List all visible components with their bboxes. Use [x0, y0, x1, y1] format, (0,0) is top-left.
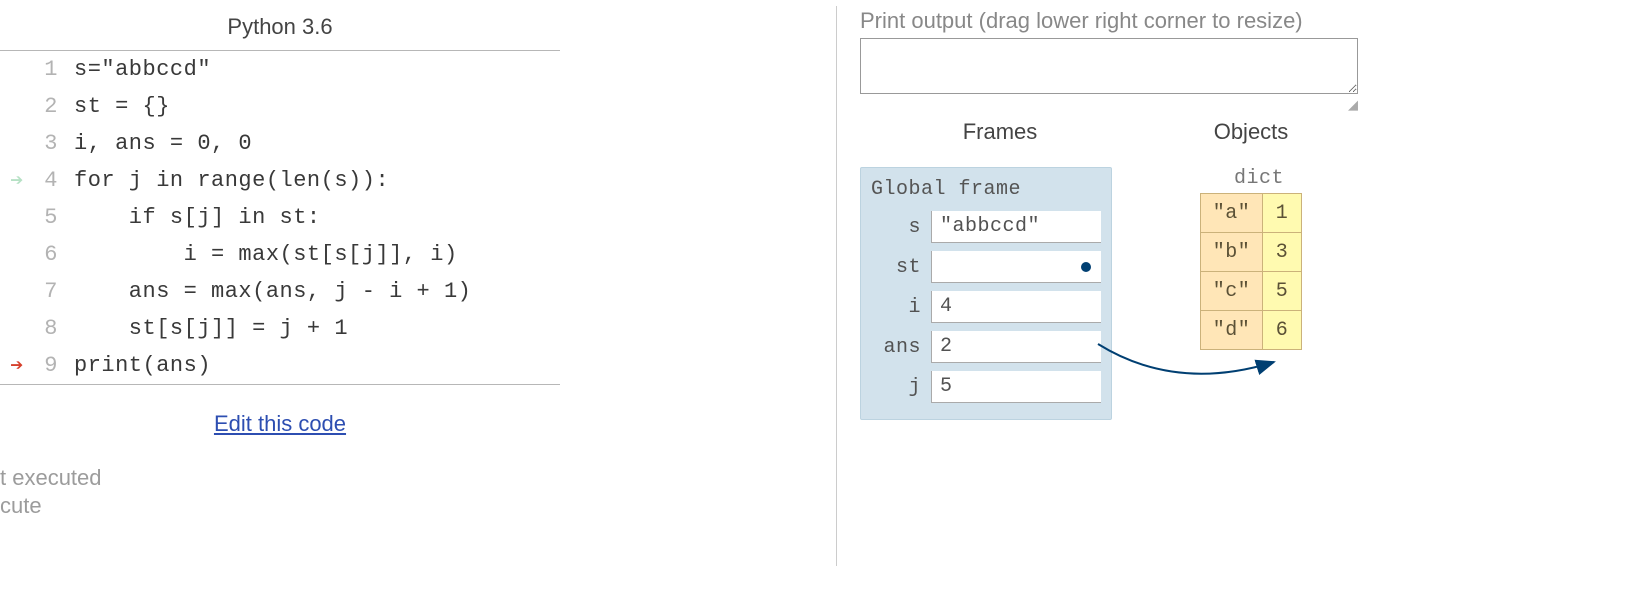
code-line: 7 ans = max(ans, j - i + 1): [0, 273, 560, 310]
line-number: 2: [34, 94, 64, 119]
dict-entry-row: "c"5: [1200, 271, 1302, 311]
dict-key: "b": [1201, 233, 1263, 271]
objects-column: Objects dict "a"1"b"3"c"5"d"6: [1200, 119, 1302, 420]
code-text: i, ans = 0, 0: [64, 131, 252, 156]
global-frame-label: Global frame: [871, 178, 1101, 207]
code-text: st[s[j]] = j + 1: [64, 316, 348, 341]
dict-entry-row: "a"1: [1200, 193, 1302, 233]
code-text: for j in range(len(s)):: [64, 168, 389, 193]
frame-variable-name: s: [871, 216, 931, 239]
code-text: st = {}: [64, 94, 170, 119]
status-text-2: cute: [0, 493, 560, 519]
line-number: 4: [34, 168, 64, 193]
frame-variable-row: st: [871, 247, 1101, 287]
frame-variable-row: j5: [871, 367, 1101, 407]
prev-line-arrow-icon: ➔: [0, 168, 34, 194]
dict-key: "c": [1201, 272, 1263, 310]
frame-variable-value: 5: [931, 371, 1101, 403]
frame-variable-row: ans2: [871, 327, 1101, 367]
pointer-origin-icon: [1081, 262, 1091, 272]
code-line: ➔9print(ans): [0, 347, 560, 384]
dict-key: "d": [1201, 311, 1263, 349]
code-line: 3i, ans = 0, 0: [0, 125, 560, 162]
global-frame: Global frame s"abbccd"sti4ans2j5: [860, 167, 1112, 420]
frame-variable-row: i4: [871, 287, 1101, 327]
line-number: 3: [34, 131, 64, 156]
frame-variable-value: [931, 251, 1101, 283]
dict-key: "a": [1201, 194, 1263, 232]
code-text: if s[j] in st:: [64, 205, 321, 230]
code-line: 8 st[s[j]] = j + 1: [0, 310, 560, 347]
line-number: 1: [34, 57, 64, 82]
line-number: 5: [34, 205, 64, 230]
frame-variable-name: ans: [871, 336, 931, 359]
next-line-arrow-icon: ➔: [0, 353, 34, 379]
frame-variable-value: 2: [931, 331, 1101, 363]
code-line: 5 if s[j] in st:: [0, 199, 560, 236]
print-output-box[interactable]: [860, 38, 1358, 94]
line-number: 6: [34, 242, 64, 267]
code-text: s="abbccd": [64, 57, 211, 82]
code-line: 2st = {}: [0, 88, 560, 125]
frame-variable-name: i: [871, 296, 931, 319]
panel-divider: [836, 6, 837, 566]
code-title: Python 3.6: [0, 0, 560, 46]
dict-value: 6: [1263, 311, 1301, 349]
print-output-label: Print output (drag lower right corner to…: [860, 0, 1620, 38]
frame-variable-row: s"abbccd": [871, 207, 1101, 247]
code-text: ans = max(ans, j - i + 1): [64, 279, 471, 304]
edit-code-link[interactable]: Edit this code: [0, 411, 560, 437]
code-line: ➔4for j in range(len(s)):: [0, 162, 560, 199]
frames-column: Frames Global frame s"abbccd"sti4ans2j5: [860, 119, 1140, 420]
frame-variable-value: 4: [931, 291, 1101, 323]
frame-variable-name: st: [871, 256, 931, 279]
code-text: i = max(st[s[j]], i): [64, 242, 458, 267]
line-number: 9: [34, 353, 64, 378]
dict-value: 3: [1263, 233, 1301, 271]
status-text-1: t executed: [0, 465, 560, 491]
dict-value: 1: [1263, 194, 1301, 232]
frame-variable-name: j: [871, 376, 931, 399]
code-text: print(ans): [64, 353, 211, 378]
viz-panel: Print output (drag lower right corner to…: [860, 0, 1620, 420]
dict-entry-row: "b"3: [1200, 232, 1302, 272]
code-listing: 1s="abbccd"2st = {}3i, ans = 0, 0➔4for j…: [0, 50, 560, 385]
dict-entry-row: "d"6: [1200, 310, 1302, 350]
line-number: 8: [34, 316, 64, 341]
line-number: 7: [34, 279, 64, 304]
objects-header: Objects: [1200, 119, 1302, 145]
code-line: 6 i = max(st[s[j]], i): [0, 236, 560, 273]
dict-object: "a"1"b"3"c"5"d"6: [1200, 193, 1302, 350]
code-panel: Python 3.6 1s="abbccd"2st = {}3i, ans = …: [0, 0, 560, 519]
frame-variable-value: "abbccd": [931, 211, 1101, 243]
object-type-label: dict: [1200, 167, 1302, 190]
code-line: 1s="abbccd": [0, 51, 560, 88]
frames-header: Frames: [860, 119, 1140, 145]
resize-grip-icon[interactable]: ◢: [860, 97, 1358, 113]
dict-value: 5: [1263, 272, 1301, 310]
